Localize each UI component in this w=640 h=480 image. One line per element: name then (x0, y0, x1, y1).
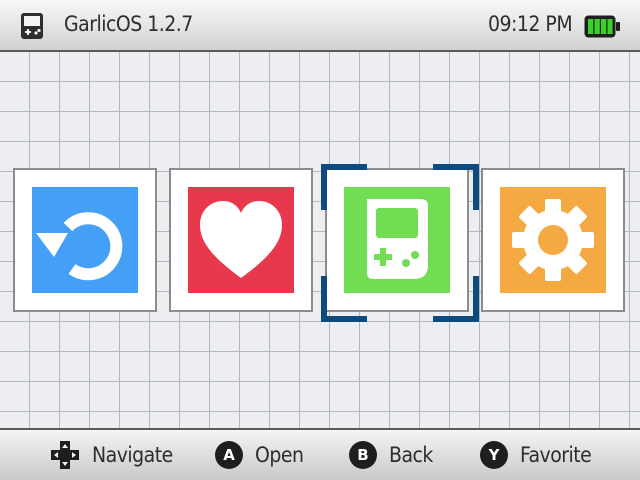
b-button-icon: B (349, 441, 377, 469)
y-button-icon: Y (480, 441, 508, 469)
menu-tile-settings[interactable] (481, 168, 625, 312)
handheld-console-icon (21, 13, 43, 39)
a-button-icon: A (215, 441, 243, 469)
selection-bracket-top-right (433, 164, 479, 210)
gameboy-icon (367, 199, 428, 279)
hint-back-label: Back (389, 443, 433, 467)
os-title: GarlicOS 1.2.7 (64, 12, 193, 36)
hint-favorite-label: Favorite (520, 443, 592, 467)
hint-back: B Back (349, 440, 433, 470)
hint-open: A Open (215, 440, 304, 470)
status-bar: GarlicOS 1.2.7 09:12 PM (0, 0, 640, 52)
clock: 09:12 PM (488, 12, 573, 36)
hint-open-label: Open (255, 443, 304, 467)
menu-tile-games[interactable] (325, 168, 469, 312)
dpad-icon (51, 441, 79, 469)
battery-full-icon (584, 15, 620, 38)
hint-navigate: Navigate (50, 440, 173, 470)
heart-icon (200, 201, 282, 278)
hint-navigate-label: Navigate (92, 443, 173, 467)
menu-tile-favorites[interactable] (169, 168, 313, 312)
selection-bracket-bottom-left (321, 276, 367, 322)
menu-tile-resume[interactable] (13, 168, 157, 312)
button-hint-bar: Navigate A Open B Back Y Favorite (0, 428, 640, 480)
gear-icon (512, 199, 594, 281)
main-menu-area (0, 52, 640, 428)
resume-arrow-icon (36, 212, 123, 281)
selection-bracket-top-left (321, 164, 367, 210)
hint-favorite: Y Favorite (480, 440, 592, 470)
selection-bracket-bottom-right (433, 276, 479, 322)
